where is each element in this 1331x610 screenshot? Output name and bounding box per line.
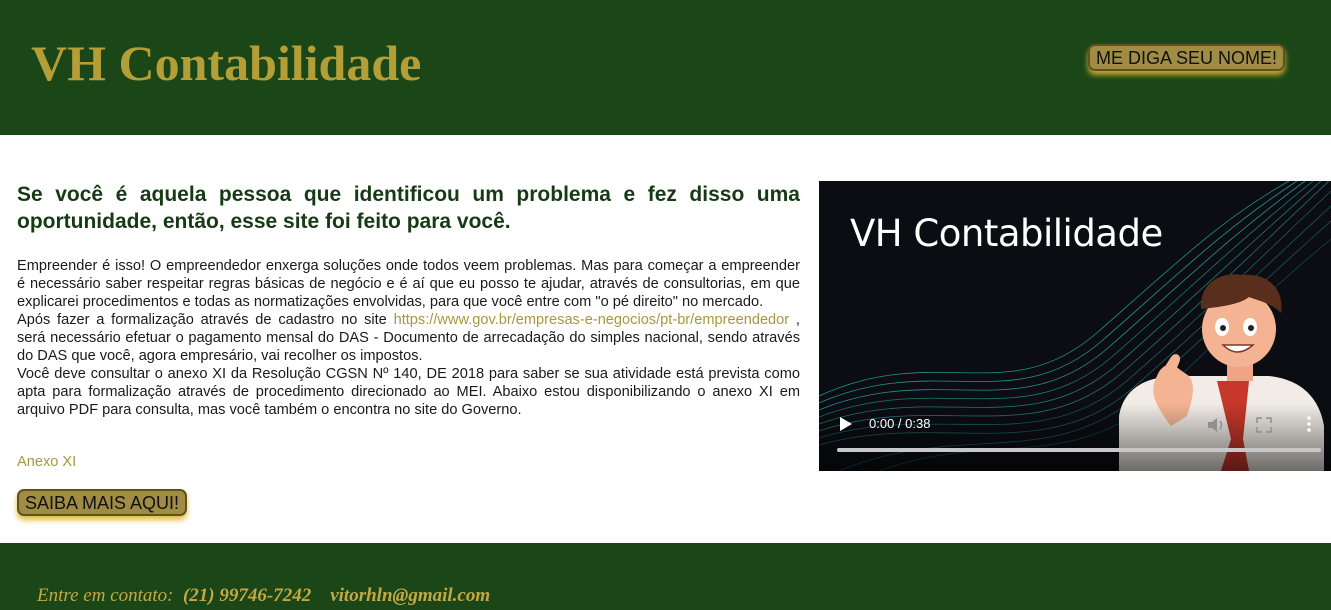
contact-email[interactable]: vitorhln@gmail.com (330, 585, 490, 606)
fullscreen-icon[interactable] (1256, 417, 1272, 433)
video-controls: 0:00 / 0:38 (819, 403, 1331, 471)
volume-icon[interactable] (1207, 417, 1225, 433)
body-text: Empreender é isso! O empreendedor enxerg… (17, 257, 800, 419)
contact-label: Entre em contato: (37, 585, 174, 606)
brand-title: VH Contabilidade (31, 35, 422, 91)
intro-section: Se você é aquela pessoa que identificou … (17, 181, 800, 419)
site-footer: Entre em contato: (21) 99746-7242 vitorh… (0, 543, 1331, 610)
paragraph-formalization-start: Após fazer a formalização através de cad… (17, 312, 394, 328)
paragraph-entrepreneurship: Empreender é isso! O empreendedor enxerg… (17, 258, 800, 310)
learn-more-button[interactable]: SAIBA MAIS AQUI! (17, 489, 188, 516)
more-options-icon[interactable] (1306, 415, 1312, 433)
video-title: VH Contabilidade (850, 212, 1163, 255)
gov-link[interactable]: https://www.gov.br/empresas-e-negocios/p… (394, 312, 790, 328)
video-player[interactable]: VH Contabilidade 0:00 / 0:38 (819, 181, 1331, 471)
paragraph-annex: Você deve consultar o anexo XI da Resolu… (17, 366, 800, 418)
site-header: VH Contabilidade ME DIGA SEU NOME! (0, 0, 1331, 135)
name-prompt-button[interactable]: ME DIGA SEU NOME! (1088, 44, 1286, 71)
video-progress-bar[interactable] (837, 448, 1321, 452)
headline: Se você é aquela pessoa que identificou … (17, 183, 800, 233)
contact-line: Entre em contato: (21) 99746-7242 vitorh… (37, 584, 490, 608)
play-icon[interactable] (839, 416, 853, 432)
annex-link[interactable]: Anexo XI (17, 453, 76, 471)
video-time: 0:00 / 0:38 (869, 416, 931, 431)
contact-phone: (21) 99746-7242 (182, 585, 312, 606)
